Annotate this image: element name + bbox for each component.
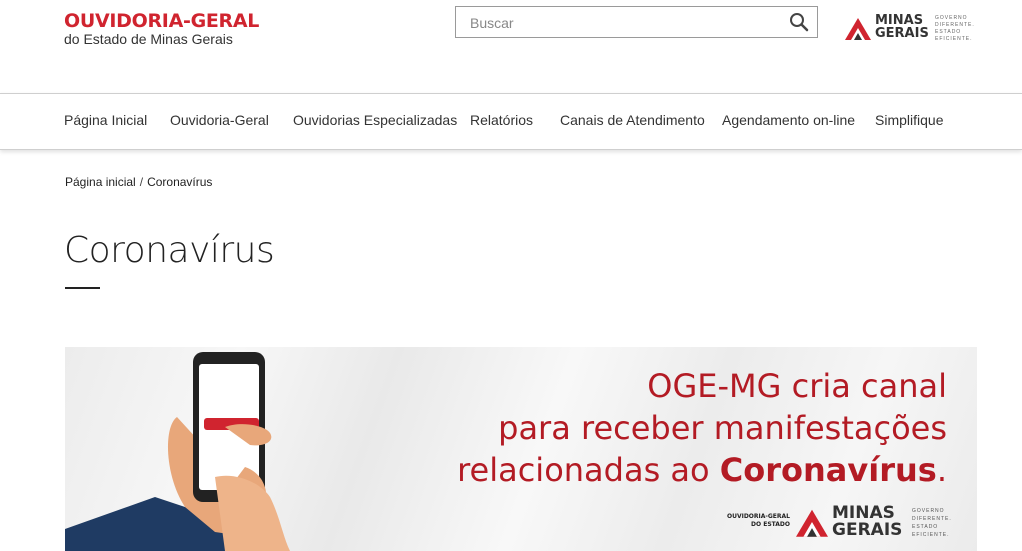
brand-title: OUVIDORIA-GERAL <box>64 10 260 32</box>
title-underline <box>65 287 100 289</box>
minas-gerais-emblem-icon <box>796 509 828 537</box>
search-button[interactable] <box>789 12 811 34</box>
minas-gerais-wordmark: MINAS GERAIS <box>875 14 929 40</box>
search-box <box>455 6 818 39</box>
banner-headline: OGE-MG cria canal para receber manifesta… <box>457 365 947 491</box>
banner-logo-tag-line: GOVERNO <box>912 508 945 514</box>
breadcrumb-separator: / <box>139 175 144 189</box>
minas-gerais-logo[interactable]: MINAS GERAIS GOVERNO DIFERENTE. ESTADO E… <box>845 14 980 44</box>
logo-tag-line: EFICIENTE. <box>935 36 973 42</box>
nav-item-pagina-inicial[interactable]: Página Inicial <box>64 112 147 128</box>
breadcrumb-home-link[interactable]: Página inicial <box>65 175 136 189</box>
page-title: Coronavírus <box>64 230 275 271</box>
logo-tagline: GOVERNO DIFERENTE. ESTADO EFICIENTE. <box>935 15 983 43</box>
nav-item-ouvidorias-especializadas[interactable]: Ouvidorias Especializadas <box>293 112 457 128</box>
banner-logo-oge: OUVIDORIA-GERAL DO ESTADO <box>720 513 790 529</box>
main-nav: Página Inicial Ouvidoria-Geral Ouvidoria… <box>0 93 1022 150</box>
banner-line-end: . <box>936 451 947 489</box>
nav-item-simplifique[interactable]: Simplifique <box>875 112 943 128</box>
banner-line: OGE-MG cria canal <box>647 367 947 405</box>
banner-logo-word: GERAIS <box>832 520 903 540</box>
breadcrumb-current: Coronavírus <box>147 175 213 189</box>
nav-item-canais-de-atendimento[interactable]: Canais de Atendimento <box>560 112 705 128</box>
search-input[interactable] <box>468 7 782 39</box>
phone-hand-illustration <box>65 352 290 551</box>
nav-item-ouvidoria-geral[interactable]: Ouvidoria-Geral <box>170 112 269 128</box>
minas-gerais-emblem-icon <box>845 18 871 40</box>
banner-logo-tagline: GOVERNO DIFERENTE. ESTADO EFICIENTE. <box>912 507 972 539</box>
banner-logo-wordmark: MINAS GERAIS <box>832 505 902 539</box>
banner-logo-oge-line: DO ESTADO <box>751 521 790 528</box>
banner-line-text: relacionadas ao <box>457 451 720 489</box>
banner-logo-tag-line: DIFERENTE. <box>912 516 952 522</box>
logo-tag-line: ESTADO <box>935 29 962 35</box>
nav-item-agendamento-online[interactable]: Agendamento on-line <box>722 112 855 128</box>
logo-tag-line: DIFERENTE. <box>935 22 975 28</box>
banner-line: relacionadas ao Coronavírus. <box>457 449 947 491</box>
banner-highlight: Coronavírus <box>719 451 937 489</box>
logo-tag-line: GOVERNO <box>935 15 968 21</box>
banner-logo-tag-line: EFICIENTE. <box>912 532 950 538</box>
search-icon <box>790 13 809 32</box>
brand-subtitle: do Estado de Minas Gerais <box>64 31 233 47</box>
site-header: OUVIDORIA-GERAL do Estado de Minas Gerai… <box>0 0 1022 94</box>
banner-logo-oge-line: OUVIDORIA-GERAL <box>726 513 790 520</box>
nav-item-relatorios[interactable]: Relatórios <box>470 112 533 128</box>
banner-logo-tag-line: ESTADO <box>912 524 939 530</box>
banner-line: para receber manifestações <box>498 409 947 447</box>
banner-logo: OUVIDORIA-GERAL DO ESTADO MINAS GERAIS G… <box>720 505 970 545</box>
coronavirus-banner[interactable]: OGE-MG cria canal para receber manifesta… <box>65 347 977 551</box>
breadcrumb: Página inicial / Coronavírus <box>65 175 212 189</box>
logo-word-gerais: GERAIS <box>875 26 929 41</box>
site-logo[interactable]: OUVIDORIA-GERAL do Estado de Minas Gerai… <box>64 10 259 47</box>
